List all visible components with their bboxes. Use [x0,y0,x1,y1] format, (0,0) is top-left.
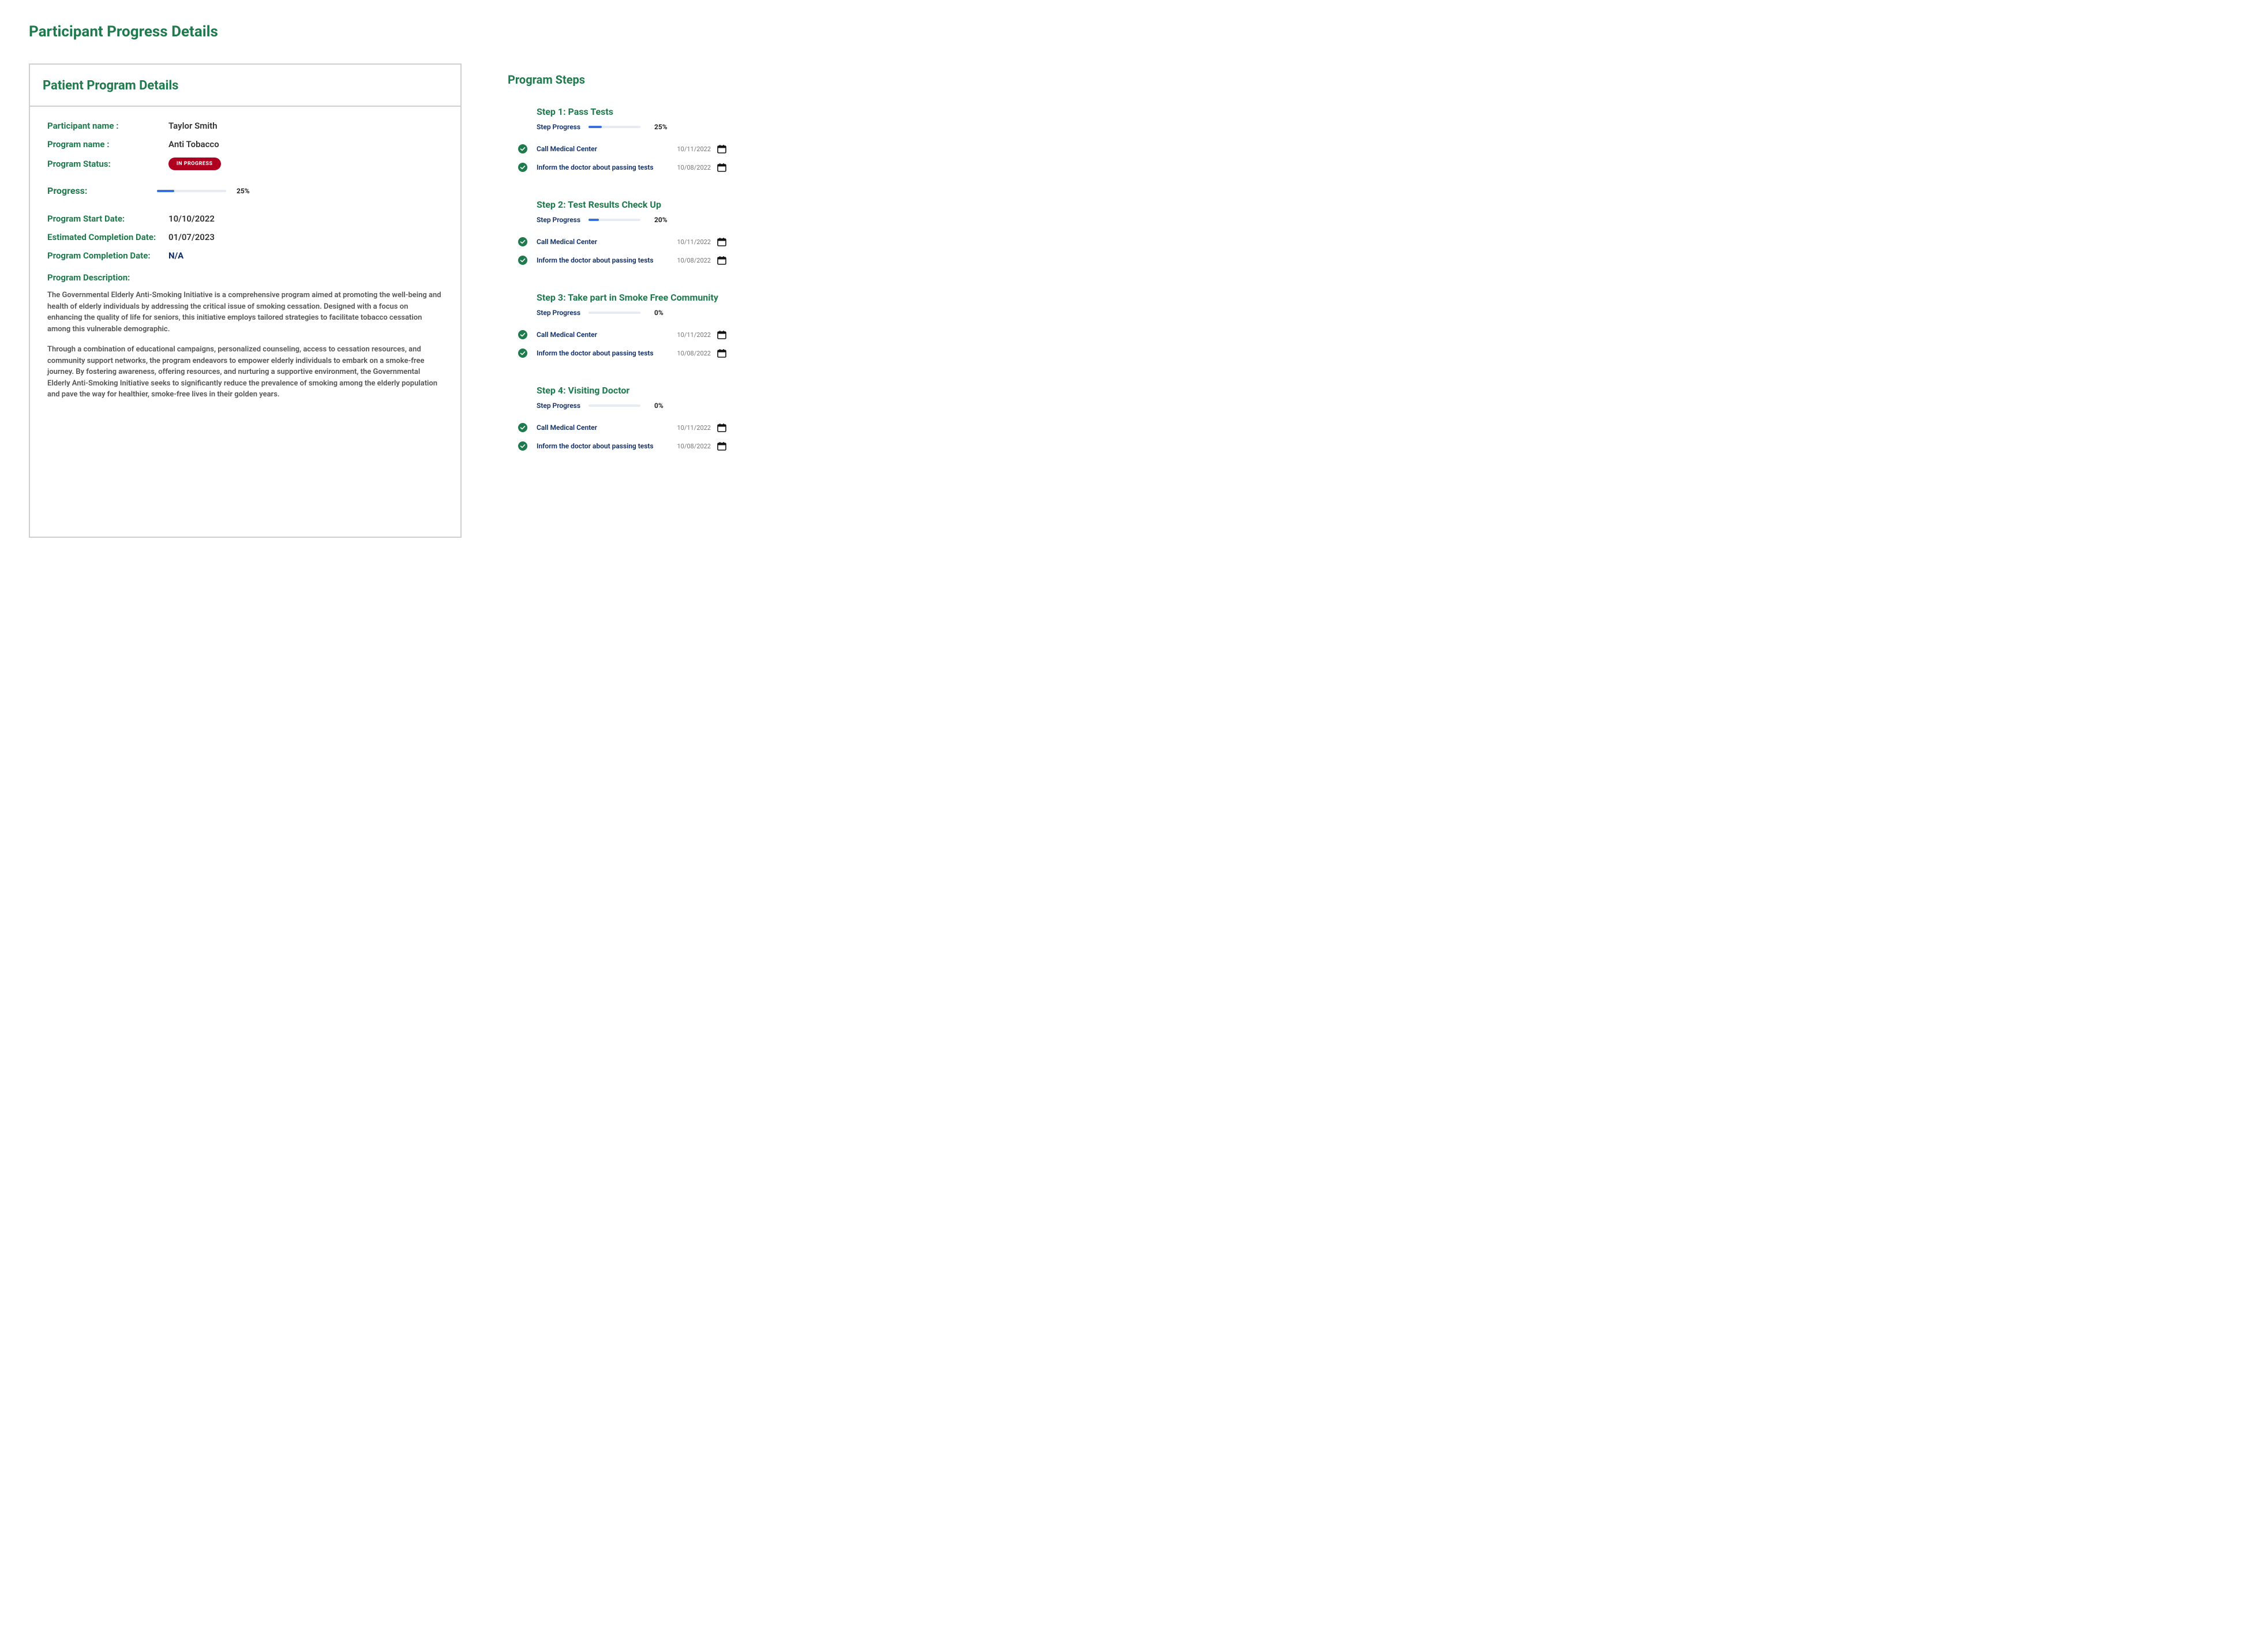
field-label: Estimated Completion Date: [47,232,168,242]
step-progress-row: Step Progress 0% [537,309,727,317]
task-row: Call Medical Center10/11/2022 [518,422,727,433]
step-progress-bar [589,219,640,221]
task-row: Inform the doctor about passing tests10/… [518,255,727,265]
desc-paragraph: The Governmental Elderly Anti-Smoking In… [47,290,443,335]
progress-bar [157,190,226,192]
check-icon [518,237,527,246]
calendar-icon[interactable] [717,329,727,340]
task-date: 10/11/2022 [677,238,711,246]
calendar-icon[interactable] [717,422,727,433]
field-label: Program Start Date: [47,213,168,224]
field-progress: Progress: 25% [47,185,443,196]
step-progress-percent: 25% [654,123,668,131]
step-block: Step 4: Visiting Doctor Step Progress 0% Ca… [518,385,727,451]
step-progress-label: Step Progress [537,123,589,131]
steps-panel: Program Steps Step 1: Pass Tests Step Pro… [508,63,727,478]
task-row: Call Medical Center10/11/2022 [518,329,727,340]
step-progress-bar [589,126,640,128]
task-date: 10/11/2022 [677,424,711,432]
step-progress-percent: 0% [654,309,664,317]
field-start-date: Program Start Date: 10/10/2022 [47,213,443,224]
step-progress-row: Step Progress 0% [537,402,727,410]
step-progress-label: Step Progress [537,216,589,224]
task-date: 10/11/2022 [677,145,711,153]
desc-text: The Governmental Elderly Anti-Smoking In… [47,290,443,400]
field-program: Program name : Anti Tobacco [47,139,443,149]
task-text: Call Medical Center [537,424,677,432]
field-complete-date: Program Completion Date: N/A [47,250,443,261]
step-block: Step 2: Test Results Check Up Step Progre… [518,199,727,265]
task-text: Call Medical Center [537,238,677,246]
check-icon [518,144,527,153]
step-progress-percent: 0% [654,402,664,410]
desc-label: Program Description: [47,272,443,283]
calendar-icon[interactable] [717,144,727,154]
task-text: Call Medical Center [537,331,677,339]
check-icon [518,423,527,432]
task-row: Inform the doctor about passing tests10/… [518,348,727,358]
task-row: Call Medical Center10/11/2022 [518,237,727,247]
task-row: Inform the doctor about passing tests10/… [518,441,727,451]
details-header-title: Patient Program Details [43,78,448,93]
field-label: Participant name : [47,121,168,131]
progress-fill [157,190,174,192]
calendar-icon[interactable] [717,441,727,451]
steps-header: Program Steps [508,73,727,87]
task-date: 10/08/2022 [677,350,711,357]
step-progress-bar [589,404,640,407]
step-block: Step 3: Take part in Smoke Free Communit… [518,292,727,358]
task-date: 10/08/2022 [677,164,711,171]
field-label: Program name : [47,139,168,149]
field-value: 01/07/2023 [168,232,215,242]
field-value: 10/10/2022 [168,213,215,224]
step-title: Step 4: Visiting Doctor [537,385,727,396]
check-icon [518,349,527,358]
step-title: Step 3: Take part in Smoke Free Communit… [537,292,727,303]
check-icon [518,441,527,451]
task-date: 10/08/2022 [677,257,711,264]
page-title: Participant Progress Details [29,23,727,40]
calendar-icon[interactable] [717,348,727,358]
step-title: Step 2: Test Results Check Up [537,199,727,210]
task-date: 10/11/2022 [677,331,711,339]
progress-percent: 25% [237,187,250,195]
status-badge: IN PROGRESS [168,158,221,170]
task-text: Inform the doctor about passing tests [537,256,677,264]
step-progress-row: Step Progress 25% [537,123,727,131]
calendar-icon[interactable] [717,237,727,247]
field-label: Program Completion Date: [47,250,168,261]
task-text: Inform the doctor about passing tests [537,349,677,357]
calendar-icon[interactable] [717,255,727,265]
step-progress-bar [589,312,640,314]
field-label: Program Status: [47,159,168,169]
desc-paragraph: Through a combination of educational cam… [47,344,443,400]
task-text: Inform the doctor about passing tests [537,163,677,171]
task-row: Call Medical Center10/11/2022 [518,144,727,154]
step-block: Step 1: Pass Tests Step Progress 25% Call M… [518,106,727,173]
field-value: Taylor Smith [168,121,218,131]
progress-label: Progress: [47,185,157,196]
task-date: 10/08/2022 [677,443,711,450]
check-icon [518,163,527,172]
task-row: Inform the doctor about passing tests10/… [518,162,727,173]
field-est-date: Estimated Completion Date: 01/07/2023 [47,232,443,242]
field-value: Anti Tobacco [168,139,219,149]
task-text: Call Medical Center [537,145,677,153]
step-progress-label: Step Progress [537,402,589,410]
check-icon [518,256,527,265]
field-value: N/A [168,250,183,261]
details-panel: Patient Program Details Participant name… [29,63,462,538]
step-progress-label: Step Progress [537,309,589,317]
field-participant: Participant name : Taylor Smith [47,121,443,131]
check-icon [518,330,527,339]
step-progress-fill [589,219,599,221]
field-status: Program Status: IN PROGRESS [47,158,443,170]
details-header: Patient Program Details [30,65,460,107]
step-progress-percent: 20% [654,216,668,224]
step-title: Step 1: Pass Tests [537,106,727,117]
step-progress-row: Step Progress 20% [537,216,727,224]
step-progress-fill [589,126,602,128]
calendar-icon[interactable] [717,162,727,173]
task-text: Inform the doctor about passing tests [537,442,677,450]
